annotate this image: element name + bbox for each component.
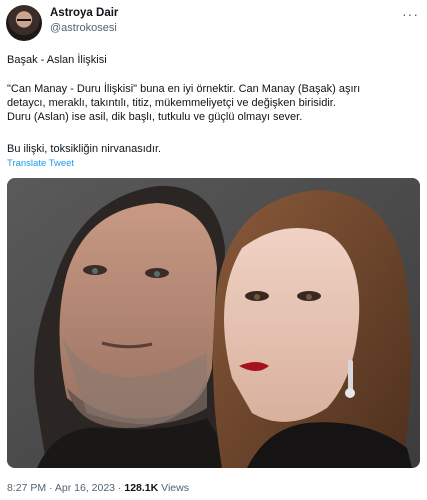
views-label: Views bbox=[158, 482, 189, 494]
more-horizontal-icon[interactable]: ··· bbox=[402, 6, 419, 22]
tweet-text-line: Başak - Aslan İlişkisi bbox=[7, 54, 107, 66]
user-handle[interactable]: @astrokosesi bbox=[50, 22, 117, 34]
tweet-text-line: Duru (Aslan) ise asil, dik başlı, tutkul… bbox=[7, 111, 303, 123]
tweet-text-line: detaycı, meraklı, takıntılı, titiz, müke… bbox=[7, 97, 336, 109]
tweet-text-line: "Can Manay - Duru İlişkisi" buna en iyi … bbox=[7, 83, 361, 95]
views-count[interactable]: 128.1K bbox=[124, 482, 158, 494]
tweet-text-line: Bu ilişki, toksikliğin nirvanasıdır. bbox=[7, 143, 162, 155]
tweet-photo[interactable] bbox=[7, 178, 420, 468]
avatar[interactable] bbox=[6, 5, 42, 41]
photo-illustration bbox=[7, 178, 420, 468]
translate-tweet-link[interactable]: Translate Tweet bbox=[7, 158, 74, 169]
tweet-card: Astroya Dair @astrokosesi ··· Başak - As… bbox=[0, 0, 427, 500]
avatar-glasses bbox=[17, 19, 31, 25]
meta-separator: · bbox=[115, 482, 125, 494]
meta-separator: · bbox=[46, 482, 55, 494]
tweet-time[interactable]: 8:27 PM bbox=[7, 482, 46, 494]
tweet-meta: 8:27 PM · Apr 16, 2023 · 128.1K Views bbox=[7, 482, 189, 494]
display-name[interactable]: Astroya Dair bbox=[50, 7, 118, 19]
tweet-date[interactable]: Apr 16, 2023 bbox=[55, 482, 115, 494]
